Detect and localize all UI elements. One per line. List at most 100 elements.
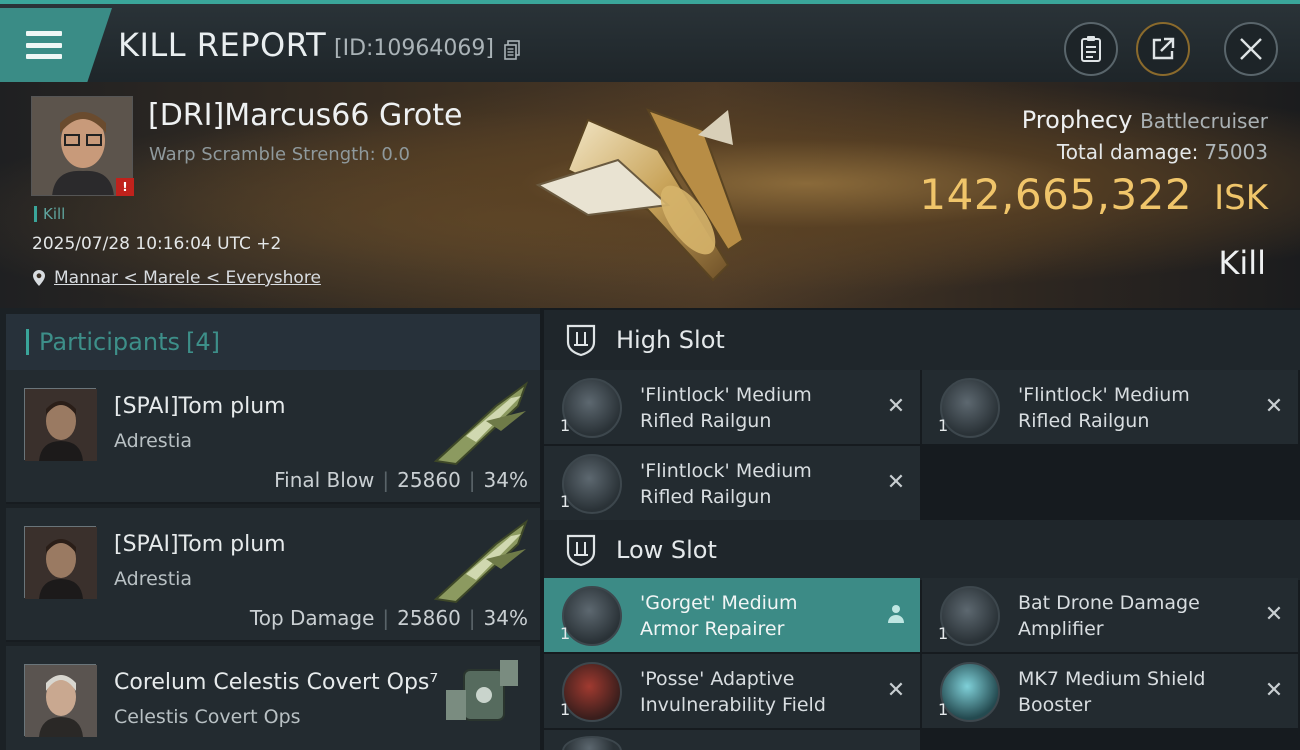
total-damage: Total damage: 75003	[1057, 140, 1268, 164]
participant-stats: Top Damage | 25860 | 34%	[249, 606, 528, 630]
drone-amplifier-icon	[940, 586, 1000, 646]
participant-row[interactable]: [SPAI]Tom plum Adrestia Final Blow | 25860…	[6, 370, 540, 504]
ship-image	[535, 108, 745, 282]
participant-role: Final Blow	[274, 468, 375, 492]
high-slot-icon	[566, 324, 596, 357]
share-icon	[1152, 37, 1175, 60]
module-item[interactable]: 1 Bat Drone Damage Amplifier ✕	[922, 578, 1298, 652]
low-slot-icon	[566, 534, 596, 567]
armor-repairer-icon	[562, 586, 622, 646]
participant-percent: 34%	[483, 468, 528, 492]
module-name: 'Flintlock' Medium Rifled Railgun	[1018, 384, 1190, 432]
top-bar: KILL REPORT [ID:10964069]	[0, 0, 1300, 82]
ship-class: Battlecruiser	[1140, 109, 1268, 133]
participant-ship: Celestis Covert Ops	[114, 706, 301, 728]
module-name: 'Flintlock' Medium Rifled Railgun	[640, 384, 812, 432]
ship-name-text: Prophecy	[1021, 106, 1133, 134]
kill-timestamp: 2025/07/28 10:16:04 UTC +2	[32, 234, 282, 254]
high-slot-header: High Slot	[544, 310, 1300, 370]
module-quantity: 1	[560, 624, 571, 643]
module-item-partial[interactable]	[544, 730, 920, 750]
copy-icon[interactable]	[504, 40, 520, 60]
ship-name[interactable]: Prophecy Battlecruiser	[1022, 106, 1268, 134]
victim-name[interactable]: [DRI]Marcus66 Grote	[148, 98, 463, 133]
module-quantity: 1	[560, 492, 571, 511]
kill-report-screen: KILL REPORT [ID:10964069] ! [DRI]Marcus6…	[0, 0, 1300, 750]
participants-header: Participants [4]	[6, 314, 540, 370]
destroyed-icon: ✕	[1264, 601, 1284, 627]
isk-unit: ISK	[1214, 178, 1268, 218]
participant-ship-image	[433, 519, 529, 604]
dropped-person-icon	[884, 602, 908, 626]
close-button[interactable]	[1224, 22, 1278, 76]
participant-name: [SPAI]Tom plum	[114, 394, 286, 419]
participant-ship-image	[433, 381, 529, 466]
location-pin-icon	[33, 270, 45, 286]
alert-badge: !	[116, 178, 134, 196]
total-damage-value: 75003	[1204, 140, 1268, 164]
invulnerability-field-icon	[562, 662, 622, 722]
low-slot-header: Low Slot	[544, 520, 1300, 580]
result-label: Kill	[1218, 244, 1266, 282]
participant-row[interactable]: Corelum Celestis Covert Ops⁷ Celestis Co…	[6, 646, 540, 750]
participant-portrait	[24, 664, 97, 737]
close-icon	[1240, 38, 1262, 60]
participant-damage: 25860	[397, 468, 461, 492]
module-name: 'Posse' Adaptive Invulnerability Field	[640, 668, 826, 716]
railgun-icon	[940, 378, 1000, 438]
destroyed-icon: ✕	[886, 469, 906, 495]
share-button[interactable]	[1136, 22, 1190, 76]
fitting-panel: High Slot 1 'Flintlock' Medium Rifled Rai…	[540, 308, 1300, 750]
participant-row[interactable]: [SPAI]Tom plum Adrestia Top Damage | 25860…	[6, 508, 540, 642]
module-quantity: 1	[938, 416, 949, 435]
clipboard-icon	[1081, 36, 1101, 62]
participants-panel: Participants [4] [SPAI]Tom plum Adrestia…	[0, 308, 540, 750]
page-title: KILL REPORT	[118, 26, 327, 64]
clipboard-button[interactable]	[1064, 22, 1118, 76]
module-quantity: 1	[938, 700, 949, 719]
participant-portrait	[24, 526, 97, 599]
menu-button[interactable]	[0, 8, 112, 82]
participant-ship: Adrestia	[114, 430, 193, 452]
participant-name: Corelum Celestis Covert Ops⁷	[114, 670, 439, 695]
railgun-icon	[562, 454, 622, 514]
victim-header: ! [DRI]Marcus66 Grote Warp Scramble Stre…	[0, 82, 1300, 308]
participant-role: Top Damage	[249, 606, 375, 630]
participant-stats: Final Blow | 25860 | 34%	[274, 468, 528, 492]
hamburger-icon	[26, 31, 62, 59]
module-item[interactable]: 1 'Flintlock' Medium Rifled Railgun ✕	[544, 370, 920, 444]
participants-count: [4]	[185, 328, 220, 356]
shield-booster-icon	[940, 662, 1000, 722]
module-icon	[562, 736, 622, 750]
module-item[interactable]: 1 'Flintlock' Medium Rifled Railgun ✕	[922, 370, 1298, 444]
destroyed-icon: ✕	[1264, 393, 1284, 419]
participants-label: Participants	[39, 328, 180, 356]
module-quantity: 1	[938, 624, 949, 643]
module-quantity: 1	[560, 416, 571, 435]
module-name: 'Flintlock' Medium Rifled Railgun	[640, 460, 812, 508]
report-id: [ID:10964069]	[334, 36, 494, 61]
module-item-selected[interactable]: 1 'Gorget' Medium Armor Repairer	[544, 578, 920, 652]
module-item[interactable]: 1 'Flintlock' Medium Rifled Railgun ✕	[544, 446, 920, 520]
railgun-icon	[562, 378, 622, 438]
module-quantity: 1	[560, 700, 571, 719]
isk-amount: 142,665,322	[919, 170, 1193, 219]
kill-tag: Kill	[34, 206, 65, 222]
participant-portrait	[24, 388, 97, 461]
location-text[interactable]: Mannar < Marele < Everyshore	[54, 268, 321, 288]
participant-percent: 34%	[483, 606, 528, 630]
module-item[interactable]: 1 'Posse' Adaptive Invulnerability Field …	[544, 654, 920, 728]
module-name: MK7 Medium Shield Booster	[1018, 668, 1206, 716]
high-slot-label: High Slot	[616, 326, 725, 354]
participant-ship: Adrestia	[114, 568, 193, 590]
location-link[interactable]: Mannar < Marele < Everyshore	[32, 268, 321, 288]
total-damage-label: Total damage:	[1056, 140, 1199, 164]
low-slot-label: Low Slot	[616, 536, 717, 564]
destroyed-icon: ✕	[1264, 677, 1284, 703]
destroyed-icon: ✕	[886, 393, 906, 419]
module-name: Bat Drone Damage Amplifier	[1018, 592, 1200, 640]
module-item[interactable]: 1 MK7 Medium Shield Booster ✕	[922, 654, 1298, 728]
isk-value: 142,665,322 ISK	[919, 170, 1268, 219]
destroyed-icon: ✕	[886, 677, 906, 703]
participant-name: [SPAI]Tom plum	[114, 532, 286, 557]
